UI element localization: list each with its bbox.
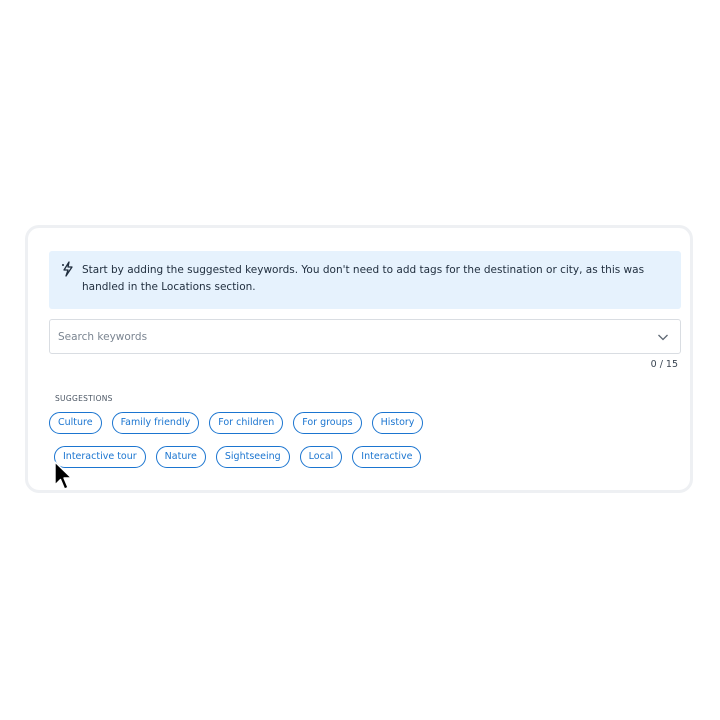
suggestion-chip[interactable]: Family friendly — [111, 412, 200, 434]
suggestion-chip[interactable]: For groups — [293, 412, 362, 434]
keyword-search-box[interactable] — [49, 319, 681, 354]
info-banner: Start by adding the suggested keywords. … — [49, 251, 681, 309]
sparkle-icon — [62, 261, 73, 277]
suggestions-label: SUGGESTIONS — [55, 394, 113, 403]
suggestion-chip[interactable]: History — [371, 412, 424, 434]
suggestion-chip[interactable]: Nature — [155, 446, 206, 468]
search-input[interactable] — [58, 326, 618, 348]
keyword-counter: 0 / 15 — [650, 359, 678, 370]
suggestion-chip[interactable]: Local — [299, 446, 343, 468]
keywords-card: Start by adding the suggested keywords. … — [25, 225, 693, 493]
suggestion-chip[interactable]: Culture — [49, 412, 102, 434]
suggestion-chip[interactable]: Sightseeing — [215, 446, 290, 468]
suggestions-row-2: Interactive tour Nature Sightseeing Loca… — [54, 446, 422, 468]
suggestion-chip[interactable]: Interactive — [352, 446, 422, 468]
suggestion-chip[interactable]: For children — [209, 412, 284, 434]
chevron-down-icon[interactable] — [657, 331, 669, 343]
suggestions-row-1: Culture Family friendly For children For… — [49, 412, 424, 434]
info-text: Start by adding the suggested keywords. … — [82, 264, 645, 293]
mouse-cursor-icon — [54, 461, 73, 490]
